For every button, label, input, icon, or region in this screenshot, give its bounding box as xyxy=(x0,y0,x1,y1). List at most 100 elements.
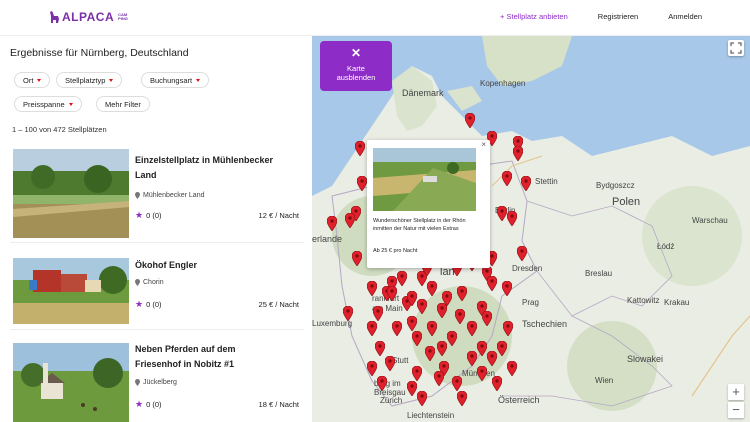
map-marker[interactable] xyxy=(412,366,422,381)
logo-text: ALPACA xyxy=(62,10,115,24)
listing-title[interactable]: Einzelstellplatz in Mühlenbecker Land xyxy=(135,153,273,183)
map-marker[interactable] xyxy=(447,331,457,346)
map-marker[interactable] xyxy=(497,206,507,221)
filter-stellplatztyp[interactable]: Stellplatztyp xyxy=(56,72,123,88)
location-pin-icon xyxy=(135,192,140,199)
map-view[interactable]: Dänemark Kopenhagen Stettin Bydgoszcz Po… xyxy=(312,36,750,422)
listing-title[interactable]: Neben Pferden auf dem Friesenhof in Nobit… xyxy=(135,342,236,372)
map-label-wien: Wien xyxy=(595,376,614,385)
map-marker[interactable] xyxy=(487,276,497,291)
listing-price: 25 € / Nacht xyxy=(258,300,299,309)
map-marker[interactable] xyxy=(407,316,417,331)
map-marker[interactable] xyxy=(437,303,447,318)
close-icon: ✕ xyxy=(350,46,362,60)
main-nav: + Stellplatz anbieten Registrieren Anmel… xyxy=(500,12,702,21)
map-marker[interactable] xyxy=(392,321,402,336)
filter-ort[interactable]: Ort xyxy=(14,72,51,88)
location-pin-icon xyxy=(135,379,140,386)
listing-card[interactable]: Einzelstellplatz in Mühlenbecker Land Müh… xyxy=(10,149,304,243)
results-count: 1 – 100 von 472 Stellplätzen xyxy=(12,125,107,134)
map-marker[interactable] xyxy=(467,351,477,366)
map-marker[interactable] xyxy=(457,286,467,301)
map-marker[interactable] xyxy=(513,146,523,161)
map-marker[interactable] xyxy=(502,281,512,296)
map-marker[interactable] xyxy=(507,211,517,226)
map-marker[interactable] xyxy=(437,341,447,356)
popup-close-icon[interactable]: × xyxy=(481,140,486,149)
map-marker[interactable] xyxy=(327,216,337,231)
listing-image[interactable] xyxy=(13,343,129,422)
fullscreen-button[interactable] xyxy=(728,40,744,56)
map-marker[interactable] xyxy=(497,341,507,356)
login-link[interactable]: Anmelden xyxy=(668,12,702,21)
listing-rating: ★ 0 (0) xyxy=(135,299,162,309)
listing-card[interactable]: Ökohof Engler Chorin ★ 0 (0) 25 € / Nacht xyxy=(10,252,304,330)
map-marker[interactable] xyxy=(355,141,365,156)
map-marker[interactable] xyxy=(412,331,422,346)
map-marker[interactable] xyxy=(482,311,492,326)
logo[interactable]: ALPACA CAM PING xyxy=(48,10,128,24)
map-label-prag: Prag xyxy=(522,298,539,307)
filter-buchungsart[interactable]: Buchungsart xyxy=(141,72,210,88)
map-marker[interactable] xyxy=(357,176,367,191)
filter-mehr[interactable]: Mehr Filter xyxy=(96,96,150,112)
listing-price: 12 € / Nacht xyxy=(258,211,299,220)
map-marker[interactable] xyxy=(502,171,512,186)
map-marker[interactable] xyxy=(343,306,353,321)
map-marker[interactable] xyxy=(385,356,395,371)
location-pin-icon xyxy=(135,279,140,286)
map-marker[interactable] xyxy=(427,321,437,336)
filter-preisspanne[interactable]: Preisspanne xyxy=(14,96,82,112)
register-link[interactable]: Registrieren xyxy=(598,12,638,21)
zoom-out-button[interactable]: − xyxy=(728,402,744,418)
map-marker[interactable] xyxy=(407,381,417,396)
map-marker[interactable] xyxy=(467,321,477,336)
results-panel: Ergebnisse für Nürnberg, Deutschland Ort… xyxy=(0,36,312,422)
map-marker[interactable] xyxy=(407,291,417,306)
map-label-krakau: Krakau xyxy=(664,298,690,307)
add-stellplatz-link[interactable]: + Stellplatz anbieten xyxy=(500,12,568,21)
listing-card[interactable]: Neben Pferden auf dem Friesenhof in Nobit… xyxy=(10,341,304,422)
listing-title[interactable]: Ökohof Engler xyxy=(135,258,197,273)
map-marker[interactable] xyxy=(517,246,527,261)
map-marker[interactable] xyxy=(375,341,385,356)
hide-map-button[interactable]: ✕ Karte ausblenden xyxy=(320,41,392,91)
map-marker[interactable] xyxy=(521,176,531,191)
map-marker[interactable] xyxy=(457,391,467,406)
map-marker[interactable] xyxy=(452,376,462,391)
star-icon: ★ xyxy=(135,299,144,309)
map-marker[interactable] xyxy=(503,321,513,336)
map-marker[interactable] xyxy=(455,309,465,324)
map-marker[interactable] xyxy=(492,376,502,391)
listing-image[interactable] xyxy=(13,149,129,238)
map-label-warschau: Warschau xyxy=(692,216,728,225)
map-marker[interactable] xyxy=(507,361,517,376)
map-marker[interactable] xyxy=(387,286,397,301)
map-marker[interactable] xyxy=(367,361,377,376)
map-marker[interactable] xyxy=(352,251,362,266)
alpaca-icon xyxy=(50,11,59,23)
listing-price: 18 € / Nacht xyxy=(258,400,299,409)
zoom-in-button[interactable]: + xyxy=(728,384,744,400)
map-marker[interactable] xyxy=(373,306,383,321)
map-label-bydgoszcz: Bydgoszcz xyxy=(596,181,635,190)
map-marker[interactable] xyxy=(345,213,355,228)
map-marker[interactable] xyxy=(427,281,437,296)
popup-image[interactable] xyxy=(373,148,476,211)
map-marker[interactable] xyxy=(425,346,435,361)
map-marker[interactable] xyxy=(367,321,377,336)
map-marker[interactable] xyxy=(377,376,387,391)
map-marker[interactable] xyxy=(465,113,475,128)
map-label-polen: Polen xyxy=(612,196,641,208)
listing-image[interactable] xyxy=(13,258,129,330)
map-marker[interactable] xyxy=(417,391,427,406)
map-marker[interactable] xyxy=(477,366,487,381)
map-marker[interactable] xyxy=(487,351,497,366)
map-marker[interactable] xyxy=(417,299,427,314)
map-marker[interactable] xyxy=(434,371,444,386)
map-marker[interactable] xyxy=(367,281,377,296)
map-marker[interactable] xyxy=(477,341,487,356)
map-marker[interactable] xyxy=(397,271,407,286)
listing-popup[interactable]: × Wunderschöner Stellplatz in der Rhön i… xyxy=(367,140,490,268)
map-label-stettin: Stettin xyxy=(535,177,558,186)
